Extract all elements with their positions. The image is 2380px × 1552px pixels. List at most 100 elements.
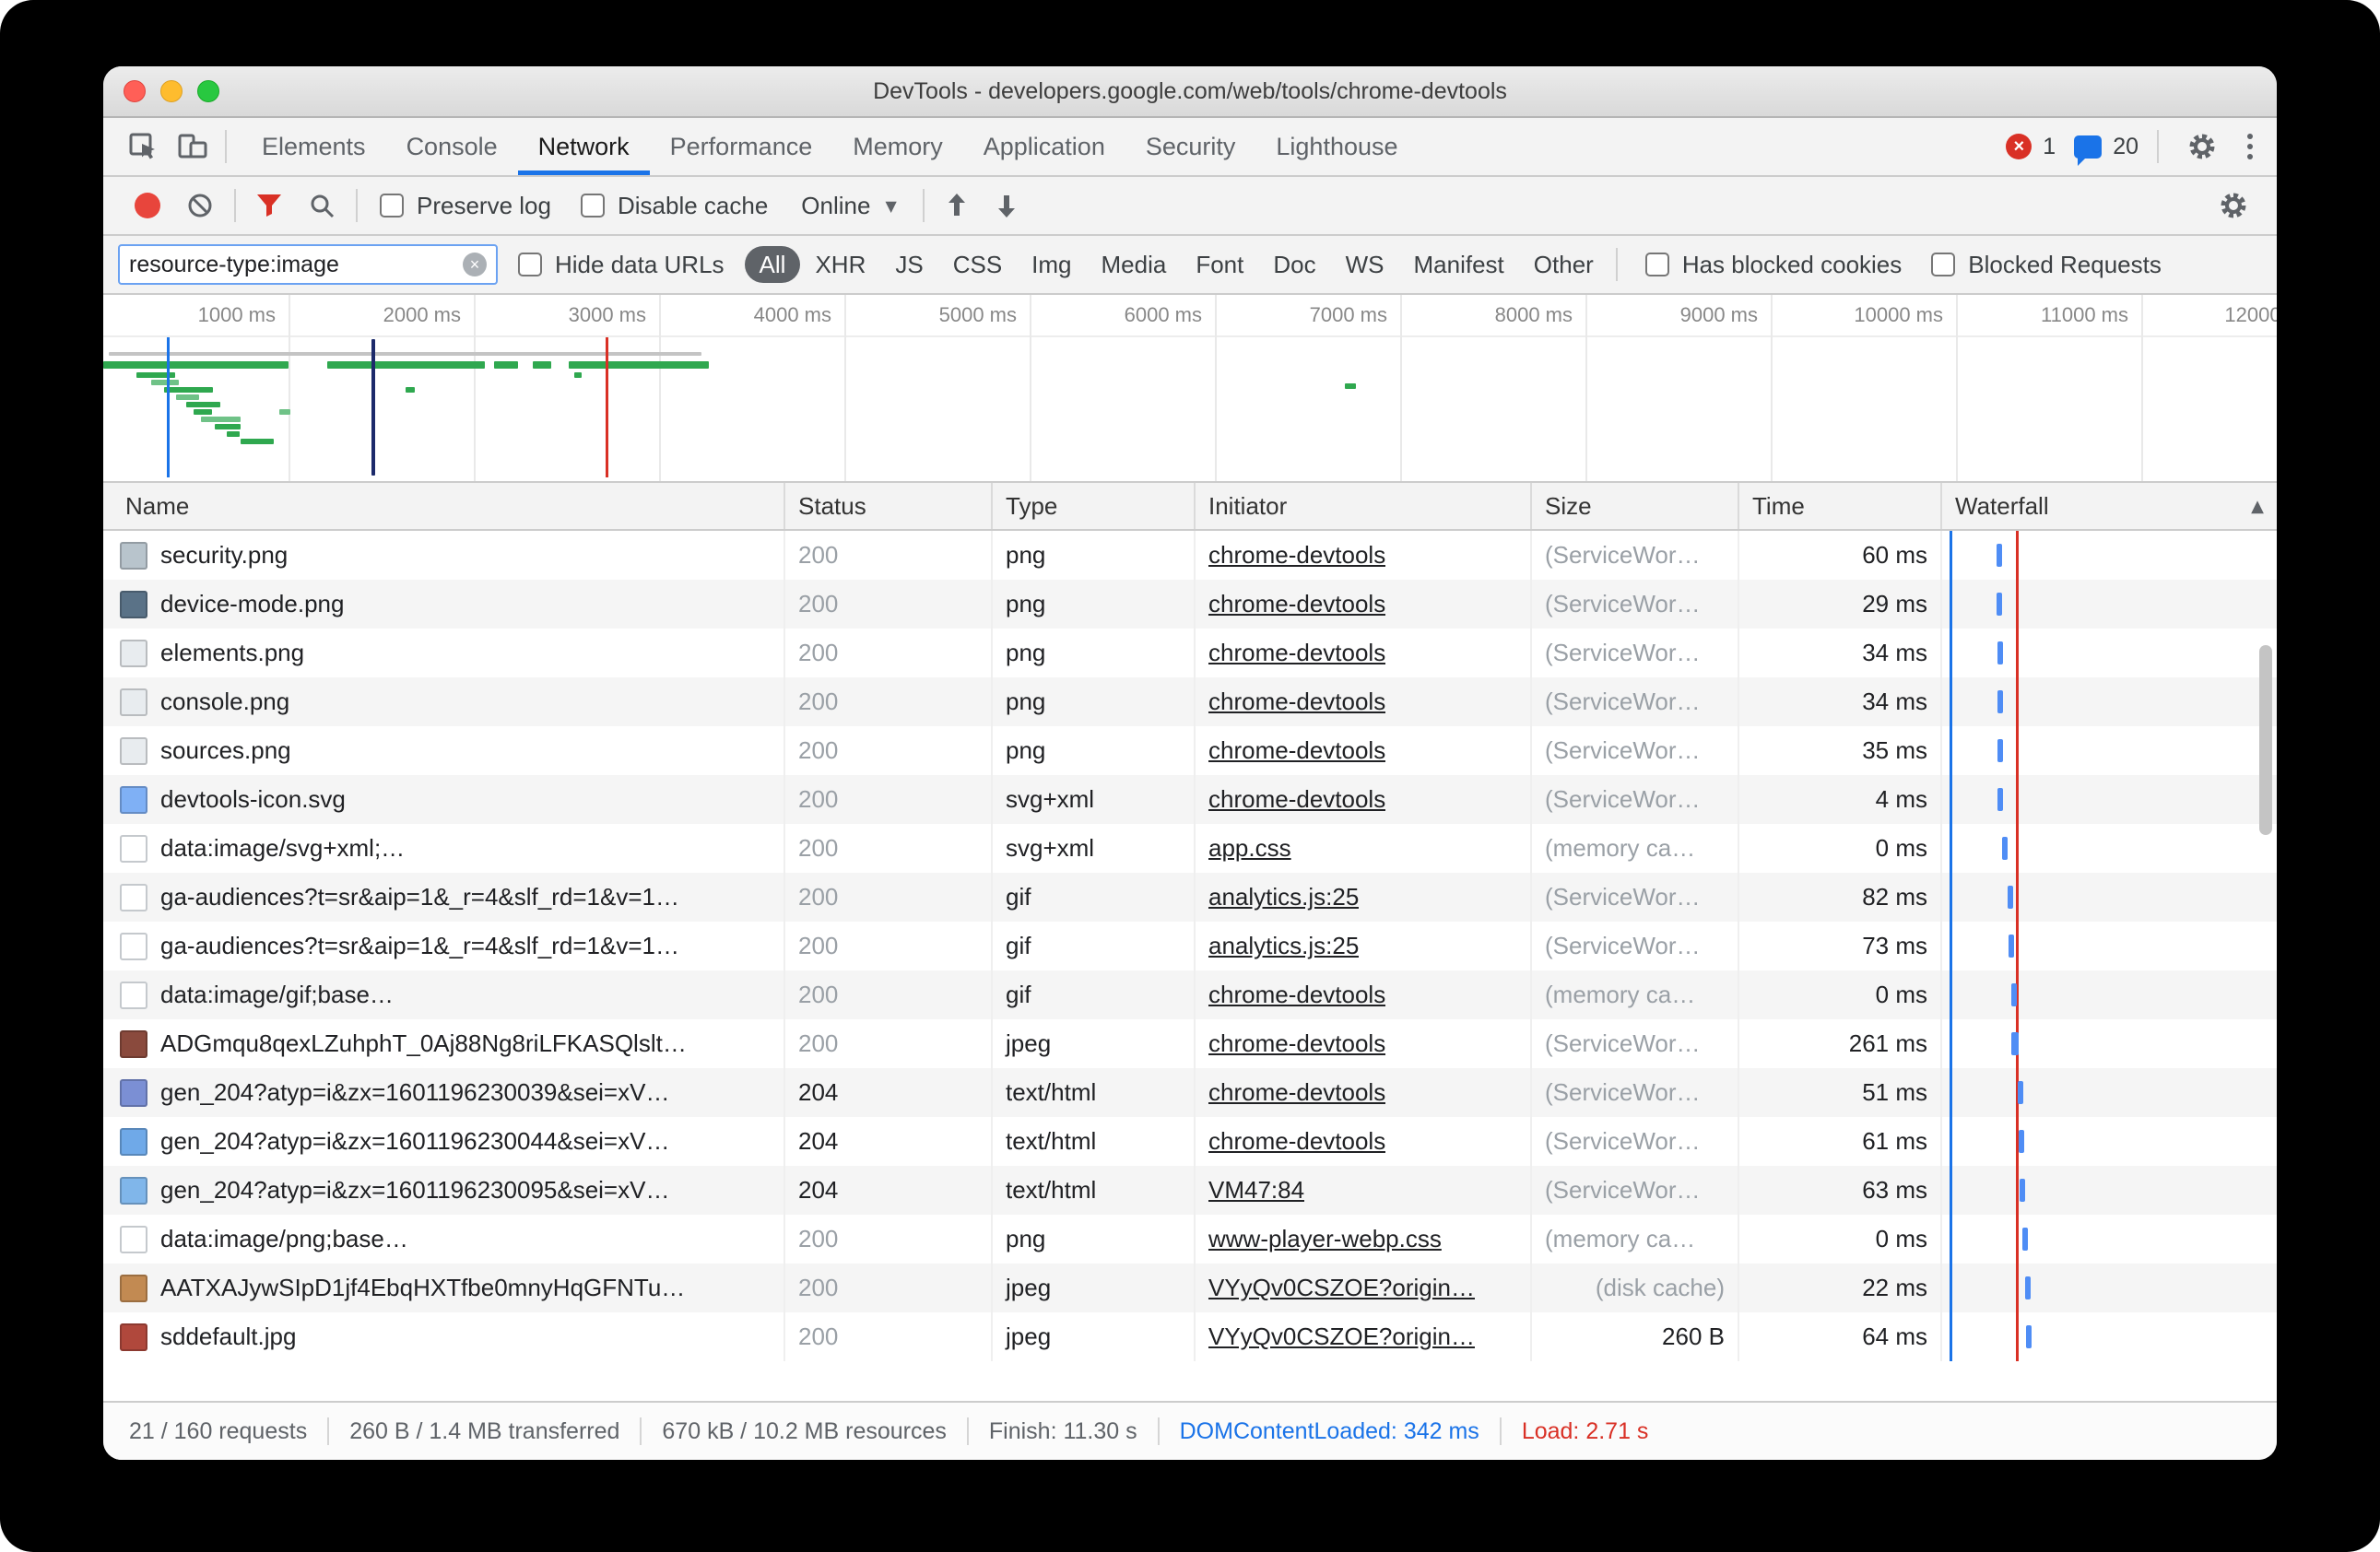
- initiator-link[interactable]: analytics.js:25: [1208, 883, 1359, 911]
- name-cell: data:image/png;base…: [103, 1215, 784, 1264]
- initiator-link[interactable]: chrome-devtools: [1208, 590, 1385, 618]
- initiator-cell: VYyQv0CSZOE?origin…: [1194, 1312, 1530, 1361]
- column-header-status[interactable]: Status: [784, 483, 991, 529]
- window-controls: [124, 66, 219, 116]
- file-thumbnail-icon: [120, 786, 147, 814]
- clear-filter-icon[interactable]: ×: [463, 253, 487, 276]
- file-thumbnail-icon: [120, 835, 147, 863]
- status-cell: 200: [784, 970, 991, 1019]
- type-filter-img[interactable]: Img: [1017, 246, 1086, 283]
- initiator-link[interactable]: chrome-devtools: [1208, 541, 1385, 570]
- initiator-link[interactable]: chrome-devtools: [1208, 639, 1385, 667]
- overview-request-bar: [574, 372, 582, 378]
- initiator-link[interactable]: chrome-devtools: [1208, 1127, 1385, 1156]
- search-icon[interactable]: [308, 192, 336, 219]
- column-header-label: Waterfall: [1955, 492, 2049, 521]
- type-c ell: png: [991, 677, 1194, 726]
- column-header-size[interactable]: Size: [1530, 483, 1738, 529]
- name-cell: gen_204?atyp=i&zx=1601196230044&sei=xV…: [103, 1117, 784, 1166]
- type-filter-manifest[interactable]: Manifest: [1399, 246, 1519, 283]
- chevron-down-icon: ▼: [885, 197, 896, 215]
- issues-bubble-icon[interactable]: [2074, 135, 2102, 159]
- more-options-icon[interactable]: [2238, 134, 2262, 159]
- request-name: ADGmqu8qexLZuhphT_0Aj88Ng8riLFKASQlslt…: [160, 1029, 771, 1058]
- preserve-log-checkbox[interactable]: Preserve log: [380, 192, 551, 220]
- column-header-name[interactable]: Name: [103, 483, 784, 529]
- throttling-select[interactable]: Online ▼: [801, 192, 896, 220]
- type-filter-media[interactable]: Media: [1087, 246, 1182, 283]
- initiator-link[interactable]: chrome-devtools: [1208, 688, 1385, 716]
- column-header-label: Initiator: [1208, 492, 1287, 521]
- clear-network-log-icon[interactable]: [186, 192, 214, 219]
- device-toolbar-icon[interactable]: [168, 122, 218, 171]
- disable-cache-checkbox[interactable]: Disable cache: [581, 192, 768, 220]
- initiator-cell: VM47:84: [1194, 1166, 1530, 1215]
- overview-time-label: 8000 ms: [1396, 303, 1580, 327]
- type-filter-all[interactable]: All: [745, 246, 801, 283]
- size-cell: (ServiceWor…: [1530, 531, 1738, 580]
- initiator-cell: chrome-devtools: [1194, 1019, 1530, 1068]
- initiator-link[interactable]: VM47:84: [1208, 1176, 1304, 1205]
- waterfall-cell: [1940, 824, 2277, 873]
- network-filter-input[interactable]: [129, 252, 455, 278]
- initiator-link[interactable]: chrome-devtools: [1208, 981, 1385, 1009]
- column-header-time[interactable]: Time: [1738, 483, 1940, 529]
- record-network-log-button[interactable]: [135, 193, 160, 218]
- type-filter-font[interactable]: Font: [1181, 246, 1258, 283]
- hide-data-urls-checkbox[interactable]: Hide data URLs: [518, 251, 725, 279]
- tab-lighthouse[interactable]: Lighthouse: [1255, 118, 1418, 175]
- initiator-link[interactable]: chrome-devtools: [1208, 1078, 1385, 1107]
- initiator-link[interactable]: analytics.js:25: [1208, 932, 1359, 960]
- type-filter-js[interactable]: JS: [880, 246, 937, 283]
- has-blocked-cookies-checkbox[interactable]: Has blocked cookies: [1645, 251, 1902, 279]
- waterfall-bar: [1997, 788, 2003, 811]
- dcl-marker-line: [1950, 531, 1952, 1361]
- overview-time-label: 12000 ms: [2137, 303, 2277, 327]
- tab-network[interactable]: Network: [518, 118, 650, 175]
- blocked-requests-checkbox[interactable]: Blocked Requests: [1931, 251, 2162, 279]
- network-settings-gear-icon[interactable]: [2209, 181, 2258, 230]
- initiator-link[interactable]: VYyQv0CSZOE?origin…: [1208, 1323, 1475, 1351]
- column-header-type[interactable]: Type: [991, 483, 1194, 529]
- error-badge-icon[interactable]: ×: [2006, 134, 2032, 159]
- initiator-link[interactable]: VYyQv0CSZOE?origin…: [1208, 1274, 1475, 1302]
- initiator-link[interactable]: chrome-devtools: [1208, 785, 1385, 814]
- tab-security[interactable]: Security: [1125, 118, 1256, 175]
- close-button[interactable]: [124, 80, 146, 102]
- type-filter-xhr[interactable]: XHR: [800, 246, 880, 283]
- initiator-link[interactable]: app.css: [1208, 834, 1291, 863]
- zoom-button[interactable]: [197, 80, 219, 102]
- time-cell: 63 ms: [1738, 1166, 1940, 1215]
- tab-console[interactable]: Console: [386, 118, 518, 175]
- column-header-waterfall[interactable]: Waterfall▲: [1940, 483, 2277, 529]
- tab-performance[interactable]: Performance: [650, 118, 833, 175]
- type-c ell: jpeg: [991, 1312, 1194, 1361]
- initiator-cell: chrome-devtools: [1194, 531, 1530, 580]
- settings-gear-icon[interactable]: [2177, 122, 2227, 171]
- column-header-initiator[interactable]: Initiator: [1194, 483, 1530, 529]
- type-filter-css[interactable]: CSS: [938, 246, 1017, 283]
- tab-application[interactable]: Application: [963, 118, 1125, 175]
- initiator-link[interactable]: chrome-devtools: [1208, 1029, 1385, 1058]
- tab-elements[interactable]: Elements: [242, 118, 386, 175]
- file-thumbnail-icon: [120, 1226, 147, 1253]
- size-cell: (ServiceWor…: [1530, 677, 1738, 726]
- filter-funnel-icon[interactable]: [256, 194, 282, 218]
- type-c ell: svg+xml: [991, 775, 1194, 824]
- status-cell: 200: [784, 1019, 991, 1068]
- minimize-button[interactable]: [160, 80, 183, 102]
- inspect-element-icon[interactable]: [118, 122, 168, 171]
- import-har-icon[interactable]: [945, 192, 969, 219]
- overview-strip[interactable]: 1000 ms2000 ms3000 ms4000 ms5000 ms6000 …: [103, 295, 2277, 483]
- vertical-scrollbar-thumb[interactable]: [2259, 645, 2272, 835]
- overview-request-bar: [215, 424, 241, 429]
- type-filter-ws[interactable]: WS: [1331, 246, 1399, 283]
- tab-memory[interactable]: Memory: [832, 118, 963, 175]
- export-har-icon[interactable]: [995, 192, 1019, 219]
- initiator-link[interactable]: www-player-webp.css: [1208, 1225, 1442, 1253]
- type-filter-other[interactable]: Other: [1519, 246, 1608, 283]
- initiator-link[interactable]: chrome-devtools: [1208, 736, 1385, 765]
- size-cell: (ServiceWor…: [1530, 1117, 1738, 1166]
- waterfall-bar: [1997, 641, 2003, 664]
- type-filter-doc[interactable]: Doc: [1258, 246, 1330, 283]
